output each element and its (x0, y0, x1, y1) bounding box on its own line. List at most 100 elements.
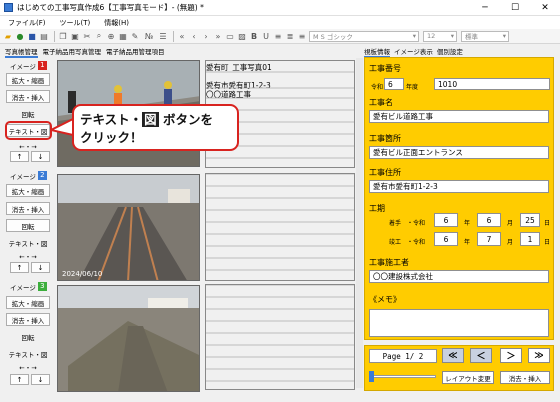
delete-insert-button-3[interactable]: 消去・挿入 (6, 313, 50, 326)
toolbar: ▰ ● ■ ▤ ❐ ▣ ✂ ⌕ ⊕ ▦ ✎ № ☰ « ‹ › » ▭ ▨ B … (0, 29, 560, 44)
prev-page-button[interactable]: ＜ (470, 348, 492, 363)
rotate-button-2[interactable]: 回転 (6, 219, 50, 232)
move-down-button-1[interactable]: ↓ (31, 151, 50, 162)
label-era: 令和 (371, 84, 384, 91)
callout-line-2: クリック！ (80, 130, 143, 145)
size-select[interactable]: 12 ▾ (423, 30, 457, 42)
close-button[interactable]: ✕ (530, 0, 560, 16)
search-icon[interactable]: ⌕ (94, 31, 104, 41)
label-end-month-unit: 月 (507, 239, 514, 246)
label-start-era: ・令和 (407, 220, 426, 227)
app-icon (4, 3, 13, 12)
number-icon[interactable]: № (142, 31, 156, 41)
start-day-field[interactable]: 25 (520, 213, 540, 227)
underline-icon[interactable]: U (261, 31, 271, 41)
project-name-field[interactable]: 愛有ビル道路工事 (369, 110, 549, 123)
new-file-icon[interactable]: ● (15, 31, 25, 41)
photo-2-date: 2024/06/10 (62, 270, 102, 278)
tool-icon[interactable]: ✎ (130, 31, 140, 41)
end-day-field[interactable]: 1 (520, 232, 540, 246)
grid-icon[interactable]: ▦ (118, 31, 128, 41)
end-month-field[interactable]: 7 (477, 232, 501, 246)
start-year-field[interactable]: 6 (434, 213, 458, 227)
first-page-button[interactable]: ≪ (442, 348, 464, 363)
photo-2[interactable]: 2024/06/10 (57, 174, 200, 281)
next-icon[interactable]: › (201, 31, 211, 41)
label-end: 竣工 (389, 239, 402, 246)
memo-field[interactable] (369, 309, 549, 337)
page-indicator: Page 1/ 2 (369, 349, 437, 363)
expand-button-1[interactable]: 拡大・縮画 (6, 73, 50, 86)
first-page-icon[interactable]: « (177, 31, 187, 41)
tab-album[interactable]: 写真帳管理 (5, 46, 38, 58)
project-place-field[interactable]: 愛有ビル正面エントランス (369, 146, 549, 159)
builder-field[interactable]: 〇〇建設株式会社 (369, 270, 549, 283)
label-end-day-unit: 日 (544, 239, 551, 246)
prev-icon[interactable]: ‹ (189, 31, 199, 41)
move-down-button-3[interactable]: ↓ (31, 374, 50, 385)
year-field[interactable]: 6 (384, 78, 404, 90)
delete-insert-button-2[interactable]: 消去・挿入 (6, 202, 50, 215)
image-label-2: イメージ 2 (10, 170, 50, 181)
label-start-month-unit: 月 (507, 220, 514, 227)
move-up-button-1[interactable]: ↑ (10, 151, 29, 162)
tab-e-items[interactable]: 電子納品用管理項目 (106, 46, 165, 58)
print-icon[interactable]: ▤ (39, 31, 49, 41)
page-icon[interactable]: ▭ (225, 31, 235, 41)
last-page-icon[interactable]: » (213, 31, 223, 41)
move-arrows-2: ←・→ (19, 252, 37, 261)
label-end-era: ・令和 (407, 239, 426, 246)
open-folder-icon[interactable]: ▰ (3, 31, 13, 41)
expand-button-2[interactable]: 拡大・縮画 (6, 184, 50, 197)
label-project-address: 工事住所 (369, 168, 401, 177)
photo-3[interactable] (57, 285, 200, 392)
label-year-suffix: 年度 (406, 84, 419, 91)
image-icon[interactable]: ▨ (237, 31, 247, 41)
last-page-button[interactable]: ≫ (528, 348, 550, 363)
tab-e-photo[interactable]: 電子納品用写真管理 (43, 46, 102, 58)
vertical-scrollbar[interactable] (356, 58, 363, 388)
bold-icon[interactable]: B (249, 31, 259, 41)
save-icon[interactable]: ■ (27, 31, 37, 41)
delete-insert-button-1[interactable]: 消去・挿入 (6, 90, 50, 103)
move-down-button-2[interactable]: ↓ (31, 262, 50, 273)
paste-icon[interactable]: ▣ (70, 31, 80, 41)
window-title: はじめての工事写真作成6【工事写真モード】- (無題) * (17, 3, 204, 12)
rotate-button-1[interactable]: 回転 (6, 107, 50, 120)
align-left-icon[interactable]: ≡ (273, 31, 283, 41)
copy-icon[interactable]: ❐ (58, 31, 68, 41)
style-select[interactable]: 標準 ▾ (461, 30, 509, 42)
callout-line-1: テキスト・図 ボタンを (80, 112, 214, 127)
menu-file[interactable]: ファイル(F) (8, 18, 46, 28)
text-figure-button-3[interactable]: テキスト・図 (6, 347, 50, 360)
list-icon[interactable]: ☰ (158, 31, 168, 41)
title-bar: はじめての工事写真作成6【工事写真モード】- (無題) * ─ ☐ ✕ (0, 0, 560, 16)
label-builder: 工事施工者 (369, 258, 409, 267)
label-start-day-unit: 日 (544, 220, 551, 227)
align-center-icon[interactable]: ≣ (285, 31, 295, 41)
menu-info[interactable]: 情報(H) (104, 18, 129, 28)
zoom-icon[interactable]: ⊕ (106, 31, 116, 41)
expand-button-3[interactable]: 拡大・縮画 (6, 296, 50, 309)
font-select[interactable]: M S ゴシック ▾ (309, 30, 419, 42)
left-tabs: 写真帳管理 電子納品用写真管理 電子納品用管理項目 (5, 46, 170, 58)
start-month-field[interactable]: 6 (477, 213, 501, 227)
text-figure-button-2[interactable]: テキスト・図 (6, 236, 50, 249)
align-right-icon[interactable]: ≡ (297, 31, 307, 41)
delete-insert-page-button[interactable]: 消去・挿入 (500, 371, 550, 384)
project-number-field[interactable]: 1010 (434, 78, 550, 90)
maximize-button[interactable]: ☐ (500, 0, 530, 16)
menu-tool[interactable]: ツール(T) (60, 18, 91, 28)
page-slider-thumb[interactable] (369, 371, 374, 382)
rotate-button-3[interactable]: 回転 (6, 330, 50, 343)
cut-icon[interactable]: ✂ (82, 31, 92, 41)
move-up-button-3[interactable]: ↑ (10, 374, 29, 385)
project-address-field[interactable]: 愛有市愛有町1-2-3 (369, 180, 549, 193)
page-slider[interactable] (369, 371, 436, 382)
move-up-button-2[interactable]: ↑ (10, 262, 29, 273)
layout-change-button[interactable]: レイアウト変更 (442, 371, 494, 384)
minimize-button[interactable]: ─ (470, 0, 500, 16)
end-year-field[interactable]: 6 (434, 232, 458, 246)
next-page-button[interactable]: ＞ (500, 348, 522, 363)
label-project-place: 工事箇所 (369, 134, 401, 143)
